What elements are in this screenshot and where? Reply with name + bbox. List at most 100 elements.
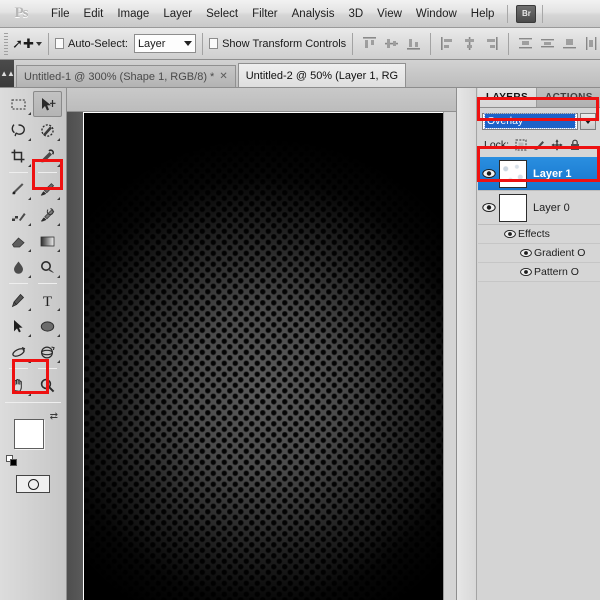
align-vertical-centers-icon[interactable] [383,35,400,52]
tool-quick-selection[interactable] [33,117,62,143]
lock-all-icon[interactable] [568,139,581,152]
tool-3d-orbit[interactable] [33,339,62,365]
tool-zoom[interactable] [33,372,62,398]
tool-flyout-corner-icon [57,197,60,200]
launch-bridge-button[interactable]: Br [516,4,537,23]
tool-dodge[interactable] [33,254,62,280]
canvas-vertical-scrollbar[interactable] [443,112,456,600]
dock-icon-rail[interactable] [457,88,477,600]
align-horizontal-centers-icon[interactable] [461,35,478,52]
tool-preset-chevron-down-icon[interactable] [35,41,42,46]
tool-brush[interactable] [33,176,62,202]
distribute-left-edges-icon[interactable] [583,35,600,52]
menu-item-3d[interactable]: 3D [341,4,370,24]
tool-blur[interactable] [4,254,33,280]
auto-select-target-value: Layer [137,37,166,50]
photoshop-logo: Ps [14,5,29,21]
menu-item-window[interactable]: Window [409,4,464,24]
tool-3d-rotate[interactable] [4,339,33,365]
menu-item-file[interactable]: File [44,4,77,24]
align-buttons-group [361,32,600,55]
lock-transparent-pixels-icon[interactable] [514,139,527,152]
document-tab-untitled-2[interactable]: Untitled-2 @ 50% (Layer 1, RG [237,63,407,87]
blend-mode-dropdown[interactable]: Overlay [482,112,578,130]
document-tab-untitled-1[interactable]: Untitled-1 @ 300% (Shape 1, RGB/8) * ✕ [16,65,236,87]
align-top-edges-icon[interactable] [361,35,378,52]
canvas-document-untitled-2[interactable] [84,113,443,600]
tools-divider-2 [9,283,28,284]
tool-flyout-corner-icon [57,334,60,337]
tab-actions[interactable]: ACTIONS [537,88,600,107]
menu-item-layer[interactable]: Layer [156,4,199,24]
tool-rectangular-marquee[interactable] [4,91,33,117]
tool-path-selection[interactable] [4,313,33,339]
layer-row-layer-0[interactable]: Layer 0 [478,191,600,225]
dock-collapse-handle[interactable]: ▲▲ [0,60,15,87]
distribute-bottom-edges-icon[interactable] [561,35,578,52]
swap-colors-icon[interactable]: ⇄ [50,411,58,422]
panel-dock: LAYERS ACTIONS Overlay Lock: Layer 1 Lay… [456,88,600,600]
layer-row-layer-1[interactable]: Layer 1 [478,157,600,191]
align-left-edges-icon[interactable] [439,35,456,52]
options-divider-3 [352,32,353,55]
tool-hand[interactable] [4,372,33,398]
tool-eyedropper[interactable] [33,143,62,169]
auto-select-checkbox[interactable] [54,38,65,49]
align-right-edges-icon[interactable] [483,35,500,52]
tool-flyout-corner-icon [57,275,60,278]
distribute-top-edges-icon[interactable] [517,35,534,52]
tool-crop[interactable] [4,143,33,169]
menu-item-select[interactable]: Select [199,4,245,24]
tool-horizontal-type[interactable]: T [33,287,62,313]
tool-history-brush[interactable] [33,202,62,228]
active-tool-preview[interactable]: ➚✚ [12,33,42,55]
distribute-vertical-centers-icon[interactable] [539,35,556,52]
effect-row-gradient-overlay[interactable]: Gradient O [478,244,600,263]
menu-item-view[interactable]: View [370,4,409,24]
tool-flyout-corner-icon [28,360,31,363]
layer-thumbnail[interactable] [499,159,527,188]
effect-row-pattern-overlay[interactable]: Pattern O [478,263,600,282]
close-icon[interactable]: ✕ [219,71,227,82]
align-bottom-edges-icon[interactable] [405,35,422,52]
menu-item-help[interactable]: Help [464,4,502,24]
lock-image-pixels-icon[interactable] [532,139,545,152]
auto-select-target-dropdown[interactable]: Layer [133,34,196,53]
tool-flyout-corner-icon [28,334,31,337]
tool-flyout-corner-icon [28,138,31,141]
layer-thumbnail[interactable] [499,193,527,222]
lock-position-icon[interactable] [550,139,563,152]
eye-icon[interactable] [518,248,534,258]
document-tab-bar: ▲▲ Untitled-1 @ 300% (Shape 1, RGB/8) * … [0,60,600,88]
menu-item-analysis[interactable]: Analysis [285,4,342,24]
tool-pen[interactable] [4,287,33,313]
foreground-color-swatch[interactable] [14,419,44,449]
blend-mode-chevron-down-icon[interactable] [580,112,596,130]
show-transform-controls-label: Show Transform Controls [222,37,347,50]
options-bar-grip[interactable] [4,32,9,55]
tool-lasso[interactable] [4,117,33,143]
menu-item-image[interactable]: Image [110,4,156,24]
show-transform-controls-checkbox[interactable] [208,38,219,49]
tool-flyout-corner-icon [28,249,31,252]
default-colors-icon[interactable] [6,455,18,467]
quick-mask-toggle[interactable] [0,475,66,493]
tool-move[interactable] [33,91,62,117]
layer-effects-row[interactable]: Effects [478,225,600,244]
eye-icon[interactable] [502,229,518,239]
tool-ellipse[interactable] [33,313,62,339]
canvas-top-gutter [67,88,456,112]
tab-layers[interactable]: LAYERS [478,88,538,107]
eye-icon[interactable] [480,168,498,179]
eye-icon[interactable] [518,267,534,277]
tool-gradient[interactable] [33,228,62,254]
eye-icon[interactable] [480,202,498,213]
tool-healing-brush[interactable] [4,176,33,202]
menu-item-filter[interactable]: Filter [245,4,285,24]
tool-flyout-corner-icon [57,360,60,363]
tool-eraser[interactable] [4,228,33,254]
tool-clone-stamp[interactable] [4,202,33,228]
menu-item-edit[interactable]: Edit [77,4,111,24]
tools-grid: T [0,88,66,398]
effect-label: Gradient O [534,247,586,259]
